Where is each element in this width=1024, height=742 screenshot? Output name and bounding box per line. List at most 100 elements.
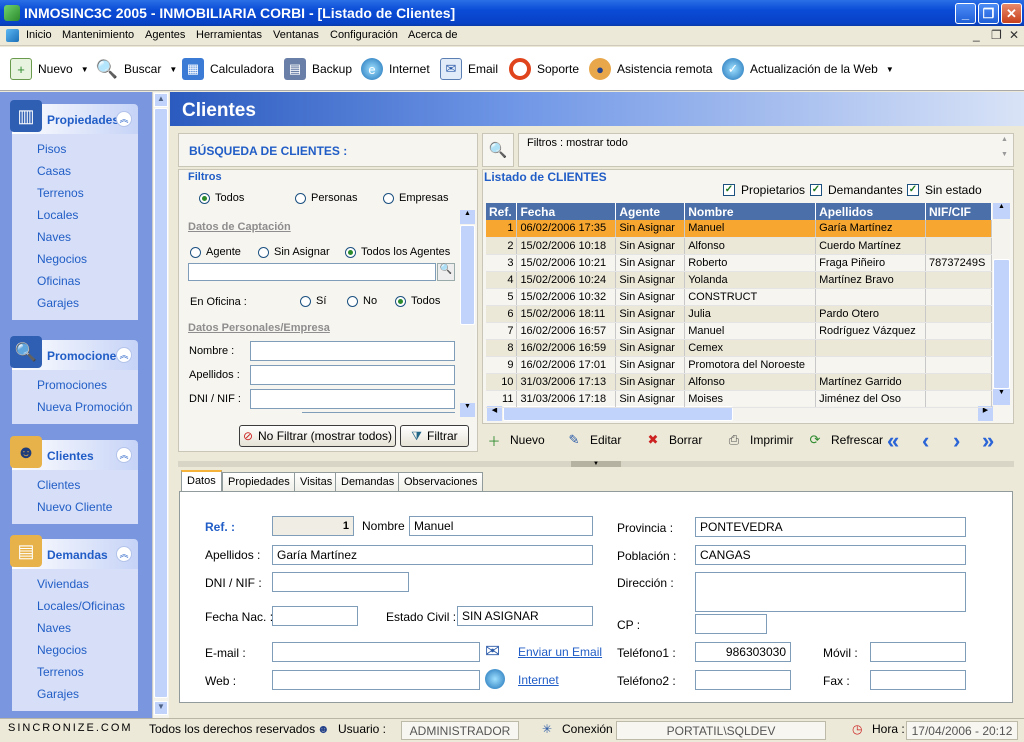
scroll-thumb[interactable] [993,259,1010,389]
radio-todos-agentes[interactable]: Todos los Agentes [345,246,450,258]
sidebar-item-promocione[interactable]: Promociones [37,378,138,400]
column-header[interactable]: NIF/CIF [925,203,992,220]
scroll-up-icon[interactable]: ▲ [993,203,1010,219]
email-button[interactable]: ✉ Email [440,47,498,91]
refrescar-button[interactable]: ⟳ Refrescar [805,428,883,452]
sidebar-item-propiedades[interactable]: Casas [37,164,138,186]
menu-inicio[interactable]: Inicio [26,29,52,41]
sidebar-item-propiedades[interactable]: Oficinas [37,274,138,296]
table-row[interactable]: 3 15/02/2006 10:21 Sin Asignar Roberto Fraga… [486,254,992,272]
sidebar-item-propiedades[interactable]: Pisos [37,142,138,164]
mdi-close-icon[interactable]: ✕ [1009,28,1019,42]
radio-oficina-todos[interactable]: Todos [395,295,440,307]
table-row[interactable]: 10 31/03/2006 17:13 Sin Asignar Alfonso Mart… [486,373,992,391]
table-row[interactable]: 11 31/03/2006 17:18 Sin Asignar Moises Jimén… [486,390,992,408]
column-header[interactable]: Fecha [516,203,617,220]
editar-button[interactable]: ✎ Editar [564,428,622,452]
table-row[interactable]: 2 15/02/2006 10:18 Sin Asignar Alfonso Cuerd… [486,237,992,255]
scroll-thumb[interactable] [460,225,475,325]
check-sin-estado[interactable]: ✓ Sin estado [907,183,982,197]
sidebar-item-clientes[interactable]: Nuevo Cliente [37,500,138,522]
backup-button[interactable]: ▤ Backup [284,47,352,91]
web-field[interactable] [272,670,480,690]
scroll-down-icon[interactable]: ▼ [998,151,1011,164]
group-header[interactable]: ☻ Clientes ︽ [10,436,138,470]
agente-search-icon[interactable]: 🔍 [437,263,455,281]
radio-oficina-no[interactable]: No [347,295,377,307]
email-icon[interactable]: ✉ [485,641,500,662]
poblacion-field[interactable]: CANGAS [695,545,966,565]
nombre-search-input[interactable] [250,341,455,361]
mdi-restore-icon[interactable]: ❐ [991,28,1002,42]
actualizacion-button[interactable]: ✓ Actualización de la Web ▼ [722,47,894,91]
collapse-chevron-icon[interactable]: ︽ [116,347,132,363]
check-demandantes[interactable]: ✓ Demandantes [810,183,903,197]
telefono2-field[interactable] [695,670,791,690]
table-row[interactable]: 8 16/02/2006 16:59 Sin Asignar Cemex [486,339,992,357]
email-field[interactable] [272,642,480,662]
table-row[interactable]: 1 06/02/2006 17:35 Sin Asignar Manuel Garía … [486,220,992,238]
table-row[interactable]: 9 16/02/2006 17:01 Sin Asignar Promotora de… [486,356,992,374]
no-filtrar-button[interactable]: ⊘ No Filtrar (mostrar todos) [239,425,396,447]
nuevo-button[interactable]: + Nuevo ▼ [10,47,89,91]
sidebar-item-clientes[interactable]: Clientes [37,478,138,500]
sidebar-scrollbar[interactable]: ▲ ▼ [152,92,169,718]
enviar-email-link[interactable]: Enviar un Email [518,645,602,659]
estado-civil-field[interactable]: SIN ASIGNAR [457,606,593,626]
menu-acerca[interactable]: Acerca de [408,29,458,41]
dni-field[interactable] [272,572,409,592]
menu-agentes[interactable]: Agentes [145,29,185,41]
splitter-arrow-icon[interactable]: ▼ [571,461,621,467]
tab-visitas[interactable]: Visitas [294,472,339,491]
dropdown-arrow-icon[interactable]: ▼ [169,65,177,74]
column-header[interactable]: Apellidos [815,203,926,220]
sidebar-item-demandas[interactable]: Naves [37,621,138,643]
movil-field[interactable] [870,642,966,662]
nuevo-client-button[interactable]: ＋ Nuevo [484,428,544,452]
cp-field[interactable] [695,614,767,634]
maximize-button[interactable]: ❐ [978,3,999,24]
globe-icon[interactable] [485,669,505,689]
dni-search-input[interactable] [250,389,455,409]
splitter[interactable]: ▼ [178,461,1014,467]
collapse-chevron-icon[interactable]: ︽ [116,546,132,562]
column-header[interactable]: Nombre [684,203,817,220]
group-header[interactable]: 🔍 Promocione ︽ [10,336,138,370]
agente-input[interactable] [188,263,436,281]
tab-demandas[interactable]: Demandas [335,472,401,491]
tab-propiedades[interactable]: Propiedades [222,472,296,491]
scroll-left-icon[interactable]: ◀ [487,406,502,421]
group-header[interactable]: ▥ Propiedades ︽ [10,100,138,134]
scroll-down-icon[interactable]: ▼ [154,701,168,715]
scroll-up-icon[interactable]: ▲ [998,136,1011,149]
sidebar-item-propiedades[interactable]: Negocios [37,252,138,274]
scroll-up-icon[interactable]: ▲ [460,210,475,224]
group-header[interactable]: ▤ Demandas ︽ [10,535,138,569]
telefono1-field[interactable]: 986303030 [695,642,791,662]
search-scrollbar[interactable]: ▲ ▼ [460,210,475,417]
fax-field[interactable] [870,670,966,690]
scroll-thumb[interactable] [154,108,168,698]
sidebar-item-promocione[interactable]: Nueva Promoción [37,400,138,422]
minimize-button[interactable]: _ [955,3,976,24]
last-record-icon[interactable]: » [982,428,994,454]
internet-button[interactable]: e Internet [361,47,430,91]
dropdown-arrow-icon[interactable]: ▼ [886,65,894,74]
sidebar-item-propiedades[interactable]: Terrenos [37,186,138,208]
tab-observaciones[interactable]: Observaciones [398,472,484,491]
column-header[interactable]: Agente [615,203,686,220]
table-row[interactable]: 4 15/02/2006 10:24 Sin Asignar Yolanda Martí… [486,271,992,289]
grid-hscroll[interactable]: ◀ ▶ [487,406,993,421]
filtrar-button[interactable]: ⧩ Filtrar [400,425,469,447]
sidebar-item-demandas[interactable]: Viviendas [37,577,138,599]
sidebar-item-demandas[interactable]: Locales/Oficinas [37,599,138,621]
radio-personas[interactable]: Personas [295,192,357,204]
menu-herramientas[interactable]: Herramientas [196,29,262,41]
soporte-button[interactable]: Soporte [509,47,579,91]
radio-sin-asignar[interactable]: Sin Asignar [258,246,330,258]
dropdown-arrow-icon[interactable]: ▼ [81,65,89,74]
scroll-up-icon[interactable]: ▲ [154,93,168,107]
table-row[interactable]: 6 15/02/2006 18:11 Sin Asignar Julia Pardo O… [486,305,992,323]
sidebar-item-propiedades[interactable]: Garajes [37,296,138,318]
internet-link[interactable]: Internet [518,673,559,687]
